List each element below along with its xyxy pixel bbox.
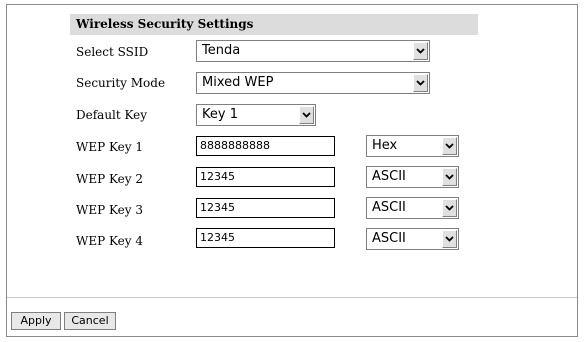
chevron-down-icon[interactable] [413, 42, 428, 60]
security-mode-label: Security Mode [76, 76, 166, 90]
default-key-select-value: Key 1 [202, 107, 238, 122]
cancel-button[interactable]: Cancel [64, 312, 116, 330]
wep-key-2-input[interactable]: 12345 [196, 167, 335, 187]
default-key-label: Default Key [76, 108, 148, 122]
wep-key-2-format-select[interactable]: ASCII [366, 166, 459, 188]
ssid-select[interactable]: Tenda [196, 40, 430, 62]
wep-key-3-format-select[interactable]: ASCII [366, 197, 459, 219]
chevron-down-icon[interactable] [299, 106, 314, 124]
security-mode-select[interactable]: Mixed WEP [196, 72, 430, 94]
chevron-down-icon[interactable] [442, 168, 457, 186]
default-key-select[interactable]: Key 1 [196, 104, 316, 126]
wep-key-3-label: WEP Key 3 [76, 203, 143, 217]
chevron-down-icon[interactable] [413, 74, 428, 92]
apply-button[interactable]: Apply [11, 312, 61, 330]
wep-key-1-format-value: Hex [372, 138, 398, 153]
chevron-down-icon[interactable] [442, 137, 457, 155]
select-ssid-label: Select SSID [76, 45, 149, 59]
section-title: Wireless Security Settings [70, 14, 478, 35]
wep-key-4-format-value: ASCII [372, 231, 406, 246]
wep-key-2-format-value: ASCII [372, 169, 406, 184]
wep-key-4-format-select[interactable]: ASCII [366, 228, 459, 250]
security-mode-select-value: Mixed WEP [202, 75, 274, 90]
wep-key-3-format-value: ASCII [372, 200, 406, 215]
wep-key-1-label: WEP Key 1 [76, 140, 143, 154]
wep-key-3-input[interactable]: 12345 [196, 198, 335, 218]
divider [7, 297, 577, 298]
wep-key-1-format-select[interactable]: Hex [366, 135, 459, 157]
wep-key-2-label: WEP Key 2 [76, 172, 143, 186]
chevron-down-icon[interactable] [442, 199, 457, 217]
wep-key-1-input[interactable]: 8888888888 [196, 136, 335, 156]
wep-key-4-label: WEP Key 4 [76, 234, 143, 248]
chevron-down-icon[interactable] [442, 230, 457, 248]
ssid-select-value: Tenda [202, 43, 241, 58]
wep-key-4-input[interactable]: 12345 [196, 228, 335, 248]
